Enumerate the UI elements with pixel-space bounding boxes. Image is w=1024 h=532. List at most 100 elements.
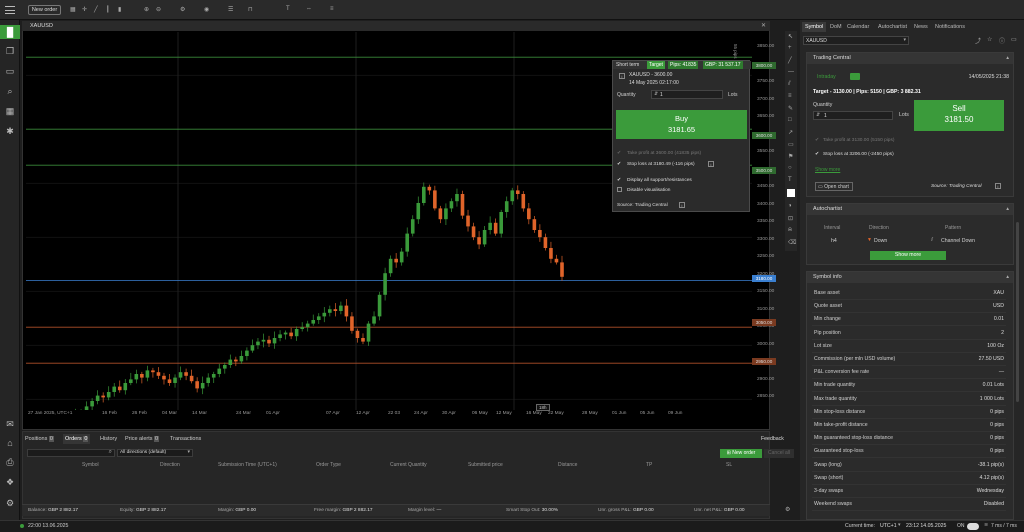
text-icon[interactable]: T (286, 6, 290, 12)
tc-sl-checkbox[interactable]: ✔ (815, 151, 819, 157)
measure-icon[interactable]: ⇔ (306, 6, 312, 12)
bottom-tab[interactable]: History (98, 434, 119, 444)
tab-autochartist[interactable]: Autochartist (875, 22, 910, 32)
collapse-icon[interactable]: ▴ (1006, 272, 1009, 283)
flag-icon[interactable]: ⚑ (788, 153, 793, 160)
display-all-checkbox[interactable]: ✔ (617, 177, 621, 183)
circle-icon[interactable]: ○ (788, 165, 792, 171)
tab-target[interactable]: Target (647, 61, 665, 69)
orders-column-header[interactable]: Current Quantity (390, 462, 427, 468)
magnet-tool-icon[interactable]: ◑ (788, 203, 792, 209)
more-icon[interactable]: ≡ (330, 6, 334, 12)
lock-icon[interactable]: ⊡ (788, 215, 793, 222)
feedback-link[interactable]: Feedback (761, 436, 784, 442)
orders-column-header[interactable]: Order Type (316, 462, 341, 468)
gift-icon[interactable]: ❖ (3, 475, 17, 489)
color-swatch[interactable] (787, 189, 795, 197)
window-icon[interactable]: ▭ (1011, 36, 1017, 43)
copy-icon[interactable]: ❐ (3, 44, 17, 58)
sound-toggle[interactable] (967, 523, 979, 530)
fib-icon[interactable]: ≡ (788, 93, 792, 99)
orders-column-header[interactable]: Submitted price (468, 462, 503, 468)
pencil-icon[interactable]: ✎ (788, 105, 793, 112)
chart-trading-icon[interactable]: ▐▌ (0, 25, 20, 39)
symbol-select[interactable]: XAUUSD ▾ (803, 36, 909, 45)
layout-icon[interactable]: ▦ (3, 104, 17, 118)
cursor-icon[interactable]: ↖ (788, 33, 793, 40)
summary-settings-icon[interactable]: ⚙ (785, 506, 790, 513)
alert-icon[interactable]: ⍾ (788, 227, 792, 234)
new-order-bottom-button[interactable]: ⊞ New order (720, 449, 762, 458)
search-icon[interactable]: ⌕ (3, 84, 17, 98)
printer-icon[interactable]: ⎙ (3, 455, 17, 469)
open-chart-button[interactable]: ▭ Open chart (815, 182, 853, 191)
layers-icon[interactable]: ☰ (228, 6, 233, 13)
trend-line-icon[interactable]: ╱ (788, 57, 792, 64)
disable-vis-checkbox[interactable] (617, 187, 622, 192)
info-panel-icon[interactable]: ⓘ (999, 36, 1005, 45)
quantity-stepper[interactable]: ⇵ 1 (651, 90, 723, 99)
tp-checkbox[interactable]: ✔ (617, 150, 621, 156)
trash-icon[interactable]: ⌫ (788, 239, 796, 246)
close-icon[interactable]: ✕ (761, 22, 766, 29)
orders-column-header[interactable]: Symbol (82, 462, 99, 468)
chart-symbol-tab[interactable]: XAUUSD (30, 23, 53, 29)
orders-column-header[interactable]: Direction (160, 462, 180, 468)
tc-quantity-stepper[interactable]: ⇵ 1 (813, 111, 893, 120)
tab-notifications[interactable]: Notifications (932, 22, 968, 32)
zoom-out-icon[interactable]: ⊖ (156, 6, 161, 13)
sl-checkbox[interactable]: ✔ (617, 161, 621, 167)
share-icon[interactable]: ⤴ (975, 36, 981, 45)
crosshair-tool-icon[interactable]: + (788, 45, 792, 51)
tab-news[interactable]: News (911, 22, 931, 32)
text-tool-icon[interactable]: T (788, 177, 792, 183)
intraday-toggle[interactable] (850, 73, 860, 80)
gear-icon[interactable]: ⚙ (3, 496, 17, 510)
message-icon[interactable]: ✉ (3, 417, 17, 431)
line-icon[interactable]: ╱ (94, 6, 98, 13)
bottom-tab[interactable]: Transactions (168, 434, 203, 444)
shape-icon[interactable]: □ (788, 117, 792, 123)
bank-icon[interactable]: ⌂ (3, 436, 17, 450)
crosshair-icon[interactable]: ✛ (82, 6, 87, 13)
tab-short-term[interactable]: Short term (616, 62, 639, 68)
arrow-tool-icon[interactable]: ↗ (788, 129, 793, 136)
tab-dom[interactable]: DoM (827, 22, 845, 32)
menu-icon[interactable] (5, 6, 15, 14)
collapse-icon[interactable]: ▴ (1006, 204, 1009, 215)
chart-icon[interactable]: ▦ (70, 6, 76, 13)
right-scrollbar[interactable] (1016, 222, 1019, 402)
rect-icon[interactable]: ▭ (788, 141, 794, 148)
orders-column-header[interactable]: SL (726, 462, 732, 468)
briefcase-icon[interactable]: ▭ (3, 64, 17, 78)
bars-icon[interactable]: ┃ (106, 6, 110, 13)
tab-calendar[interactable]: Calendar (844, 22, 872, 32)
orders-column-header[interactable]: Submission Time (UTC+1) (218, 462, 277, 468)
orders-column-header[interactable]: Distance (558, 462, 577, 468)
magnet-icon[interactable]: ⊓ (248, 6, 253, 13)
bottom-tab[interactable]: Price alerts 0 (123, 434, 161, 444)
cancel-all-button[interactable]: Cancel all (764, 449, 794, 458)
timezone-chevron-icon[interactable]: ▾ (898, 522, 901, 528)
candles-icon[interactable]: ▮ (118, 6, 121, 13)
symbol-search-input[interactable]: ⌕ (27, 449, 115, 457)
bottom-tab[interactable]: Positions 0 (23, 434, 56, 444)
autochartist-show-more[interactable]: Show more (870, 251, 946, 260)
eye-icon[interactable]: ◉ (204, 6, 209, 13)
collapse-icon[interactable]: ▴ (1006, 53, 1009, 64)
horizontal-line-icon[interactable]: ― (788, 69, 794, 75)
direction-filter[interactable]: All directions (default) ▾ (117, 449, 193, 457)
channel-icon[interactable]: ⫽ (788, 81, 791, 88)
buy-button[interactable]: Buy 3181.65 (616, 110, 747, 139)
sell-button[interactable]: Sell 3181.50 (914, 100, 1004, 131)
tab-symbol[interactable]: Symbol (802, 22, 827, 32)
tc-tp-checkbox[interactable]: ✔ (815, 137, 819, 143)
settings-icon[interactable]: ⚙ (180, 6, 185, 13)
new-order-button[interactable]: New order (28, 5, 61, 15)
star-icon[interactable]: ☆ (987, 36, 992, 43)
zoom-in-icon[interactable]: ⊕ (144, 6, 149, 13)
tc-show-more[interactable]: Show more (815, 167, 840, 173)
bottom-tab[interactable]: Orders 0 (63, 434, 91, 444)
orders-column-header[interactable]: TP (646, 462, 652, 468)
bug-icon[interactable]: ✱ (3, 124, 17, 138)
